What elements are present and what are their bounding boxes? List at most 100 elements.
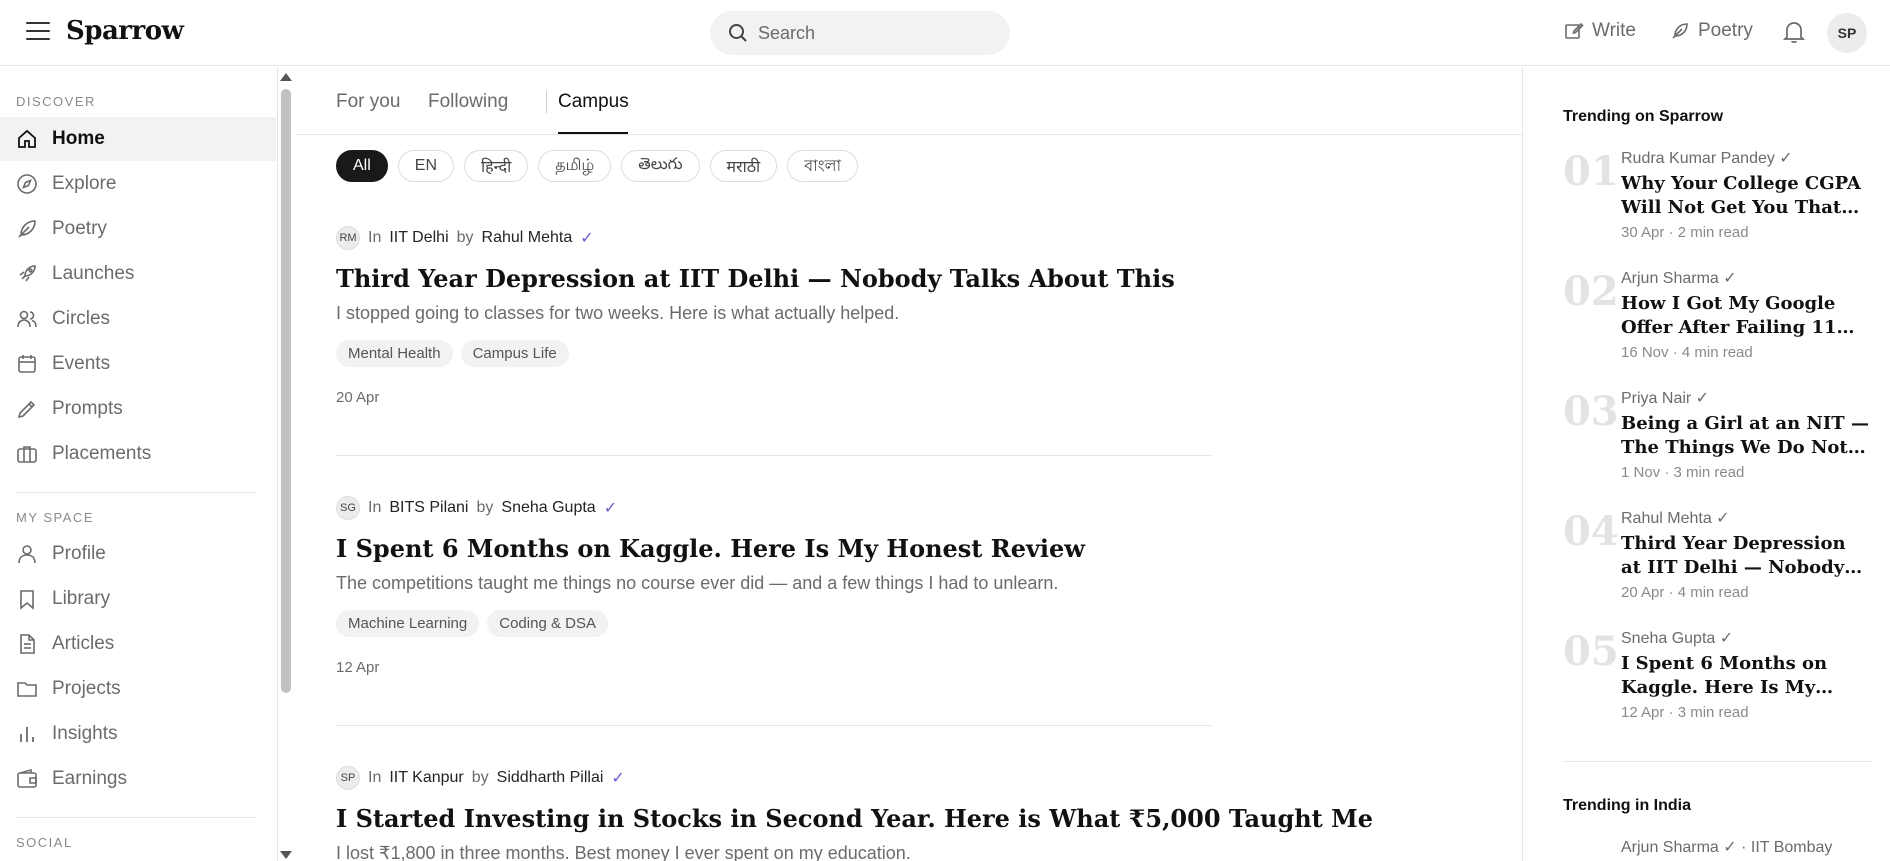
chip-marathi[interactable]: मराठी <box>709 150 778 182</box>
tag[interactable]: Coding & DSA <box>487 610 608 637</box>
trending-item[interactable]: 01 Rudra Kumar Pandey ✓ Why Your College… <box>1563 148 1873 258</box>
article-meta: SG In BITS Pilani by Sneha Gupta ✓ <box>336 496 1212 520</box>
feather-icon <box>1672 23 1688 39</box>
feather-icon <box>18 220 36 238</box>
community-link[interactable]: BITS Pilani <box>389 499 468 517</box>
notifications-bell-icon[interactable] <box>1782 19 1806 50</box>
section-label-social: SOCIAL <box>16 835 73 850</box>
search-input[interactable] <box>758 22 998 44</box>
trending-heading: Trending on Sparrow <box>1563 108 1724 125</box>
article-title[interactable]: Third Year Depression at IIT Delhi — Nob… <box>336 264 1212 293</box>
trending-rank: 05 <box>1563 628 1619 675</box>
top-header: Sparrow Write Poetry SP <box>0 0 1890 66</box>
author-link[interactable]: Siddharth Pillai <box>497 769 604 787</box>
trending-author[interactable]: Rudra Kumar Pandey ✓ <box>1621 148 1871 168</box>
sidebar-item-insights[interactable]: Insights <box>0 712 276 756</box>
edit-icon <box>1565 22 1584 39</box>
author-avatar[interactable]: SG <box>336 496 360 520</box>
trending-meta: 1 Nov · 3 min read <box>1621 464 1745 481</box>
sidebar-item-placements[interactable]: Placements <box>0 432 276 476</box>
user-avatar[interactable]: SP <box>1827 13 1867 53</box>
trending-item[interactable]: 05 Sneha Gupta ✓ I Spent 6 Months on Kag… <box>1563 628 1873 738</box>
author-link[interactable]: Rahul Mehta <box>482 229 573 247</box>
author-link[interactable]: Sneha Gupta <box>501 499 595 517</box>
tab-separator <box>546 91 547 113</box>
article-tags: Mental Health Campus Life <box>336 340 1212 367</box>
scroll-up-arrow-icon[interactable] <box>280 73 292 81</box>
sidebar-item-explore[interactable]: Explore <box>0 162 276 206</box>
trending-title[interactable]: I Spent 6 Months on Kaggle. Here Is My H… <box>1621 652 1871 700</box>
write-label: Write <box>1592 20 1636 41</box>
chip-all[interactable]: All <box>336 150 388 182</box>
article-subtitle: The competitions taught me things no cou… <box>336 573 1059 593</box>
article-meta: RM In IIT Delhi by Rahul Mehta ✓ <box>336 226 1212 250</box>
trending-title[interactable]: Being a Girl at an NIT — The Things We D… <box>1621 412 1871 460</box>
hamburger-menu-icon[interactable] <box>26 22 50 44</box>
tag[interactable]: Machine Learning <box>336 610 480 637</box>
trending-rank: 04 <box>1563 508 1619 555</box>
tag[interactable]: Campus Life <box>460 340 569 367</box>
section-label-discover: DISCOVER <box>16 94 96 109</box>
search-icon <box>729 24 747 42</box>
sidebar-item-earnings[interactable]: Earnings <box>0 757 276 801</box>
tab-following[interactable]: Following <box>428 91 508 113</box>
chip-en[interactable]: EN <box>397 150 455 182</box>
author-avatar[interactable]: RM <box>336 226 360 250</box>
scroll-down-arrow-icon[interactable] <box>280 851 292 859</box>
tab-for-you[interactable]: For you <box>336 91 400 113</box>
verified-check-icon: ✓ <box>580 230 594 247</box>
users-icon <box>17 310 37 328</box>
logo[interactable]: Sparrow <box>66 16 184 46</box>
trending-india-heading: Trending in India <box>1563 797 1691 814</box>
article-meta: SP In IIT Kanpur by Siddharth Pillai ✓ <box>336 766 1212 790</box>
sidebar-scrollbar-thumb[interactable] <box>281 89 291 693</box>
author-avatar[interactable]: SP <box>336 766 360 790</box>
article-date: 12 Apr <box>336 659 380 676</box>
trending-item[interactable]: 03 Priya Nair ✓ Being a Girl at an NIT —… <box>1563 388 1873 498</box>
sidebar-item-poetry[interactable]: Poetry <box>0 207 276 251</box>
wallet-icon <box>17 768 37 788</box>
sidebar-item-events[interactable]: Events <box>0 342 276 386</box>
chip-telugu[interactable]: తెలుగు <box>621 150 700 182</box>
chip-tamil[interactable]: தமிழ் <box>538 150 612 182</box>
trending-title[interactable]: Third Year Depression at IIT Delhi — Nob… <box>1621 532 1871 580</box>
compass-icon <box>17 174 37 194</box>
trending-title[interactable]: Why Your College CGPA Will Not Get You T… <box>1621 172 1871 220</box>
community-link[interactable]: IIT Delhi <box>389 229 448 247</box>
trending-item[interactable]: 02 Arjun Sharma ✓ How I Got My Google Of… <box>1563 268 1873 378</box>
sidebar-item-articles[interactable]: Articles <box>0 622 276 666</box>
trending-india-author[interactable]: Arjun Sharma ✓ · IIT Bombay <box>1621 837 1832 857</box>
trending-author[interactable]: Sneha Gupta ✓ <box>1621 628 1871 648</box>
verified-check-icon: ✓ <box>611 770 625 787</box>
chip-hindi[interactable]: हिन्दी <box>464 150 529 182</box>
verified-check-icon: ✓ <box>603 500 618 517</box>
article-title[interactable]: I Started Investing in Stocks in Second … <box>336 804 1373 833</box>
sidebar-item-profile[interactable]: Profile <box>0 532 276 576</box>
poetry-button[interactable]: Poetry <box>1670 20 1753 42</box>
sidebar-item-circles[interactable]: Circles <box>0 297 276 341</box>
sidebar-divider <box>16 817 256 818</box>
sidebar-item-prompts[interactable]: Prompts <box>0 387 276 431</box>
sidebar-item-library[interactable]: Library <box>0 577 276 621</box>
write-button[interactable]: Write <box>1564 20 1636 42</box>
sidebar-item-projects[interactable]: Projects <box>0 667 276 711</box>
community-link[interactable]: IIT Kanpur <box>389 769 463 787</box>
trending-author[interactable]: Arjun Sharma ✓ <box>1621 268 1871 288</box>
chip-bangla[interactable]: বাংলা <box>787 150 859 182</box>
article-card[interactable]: SG In BITS Pilani by Sneha Gupta ✓ I Spe… <box>336 496 1212 676</box>
trending-author[interactable]: Rahul Mehta ✓ <box>1621 508 1871 528</box>
trending-item[interactable]: 04 Rahul Mehta ✓ Third Year Depression a… <box>1563 508 1873 618</box>
folder-icon <box>17 682 37 697</box>
tag[interactable]: Mental Health <box>336 340 453 367</box>
article-card[interactable]: SP In IIT Kanpur by Siddharth Pillai ✓ I… <box>336 766 1373 861</box>
tab-campus[interactable]: Campus <box>558 91 629 113</box>
article-card[interactable]: RM In IIT Delhi by Rahul Mehta ✓ Third Y… <box>336 226 1212 406</box>
trending-title[interactable]: How I Got My Google Offer After Failing … <box>1621 292 1871 340</box>
search-bar[interactable] <box>710 11 1010 55</box>
trending-author[interactable]: Priya Nair ✓ <box>1621 388 1871 408</box>
sidebar-item-launches[interactable]: Launches <box>0 252 276 296</box>
article-title[interactable]: I Spent 6 Months on Kaggle. Here Is My H… <box>336 534 1212 563</box>
sidebar-item-home[interactable]: Home <box>0 117 276 161</box>
active-tab-indicator <box>558 132 628 134</box>
article-divider <box>336 455 1212 456</box>
